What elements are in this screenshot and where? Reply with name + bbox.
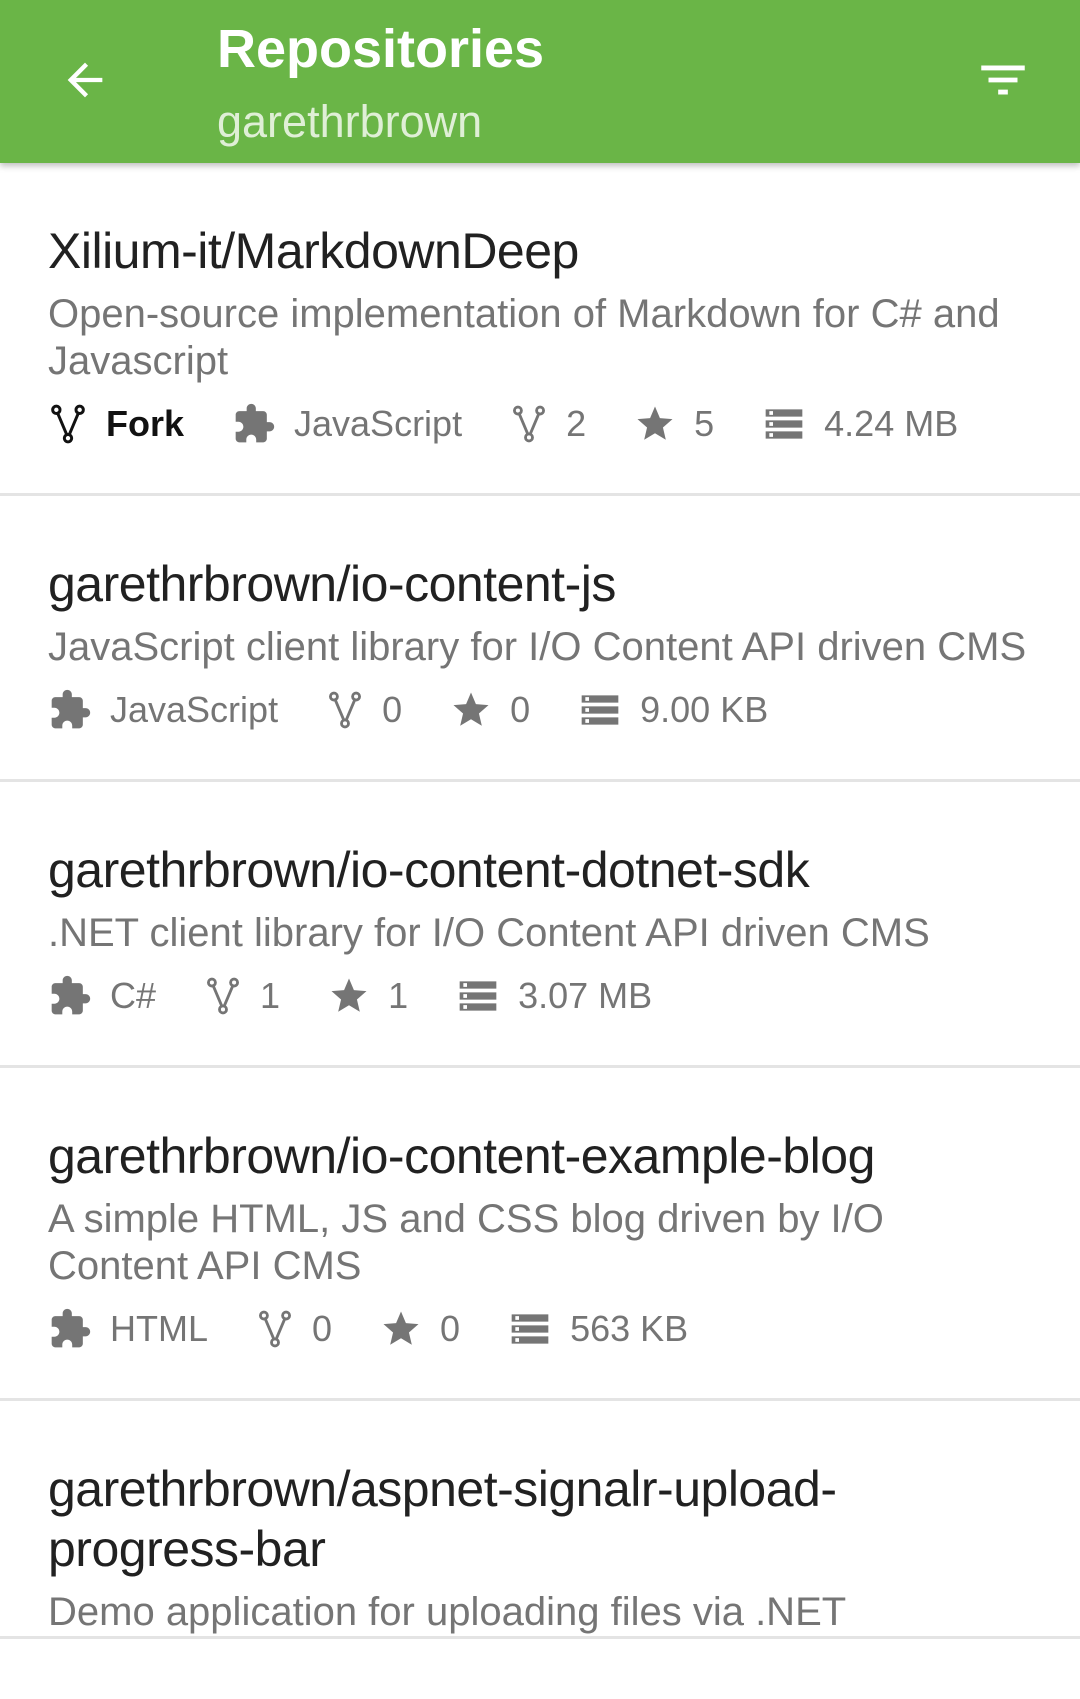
page-title: Repositories [217, 19, 545, 79]
repo-size: 9.00 KB [578, 688, 768, 732]
fork-badge: Fork [48, 403, 184, 445]
repo-description: .NET client library for I/O Content API … [48, 911, 930, 955]
puzzle-icon [48, 688, 92, 732]
repo-size: 3.07 MB [456, 974, 652, 1018]
star-icon [634, 403, 676, 445]
repo-meta: JavaScript 0 0 9.00 KB [48, 681, 1032, 739]
puzzle-icon [48, 1307, 92, 1351]
app-bar: Repositories garethrbrown [0, 0, 1080, 163]
repo-name: Xilium-it/MarkdownDeep [48, 223, 579, 279]
repo-size-value: 3.07 MB [518, 975, 653, 1016]
fork-count: 2 [510, 403, 586, 445]
fork-label: Fork [106, 403, 185, 444]
fork-icon [48, 403, 88, 445]
arrow-left-icon [67, 62, 103, 98]
repo-list-item[interactable]: Xilium-it/MarkdownDeep Open-source imple… [0, 163, 1080, 496]
star-icon [380, 1308, 422, 1350]
star-count-value: 0 [440, 1308, 461, 1349]
repo-description: Open-source implementation of Markdown f… [48, 292, 1000, 383]
repo-description: A simple HTML, JS and CSS blog driven by… [48, 1197, 884, 1288]
repo-name: garethrbrown/io-content-example-blog [48, 1128, 875, 1184]
star-count-value: 5 [694, 403, 715, 444]
star-count-value: 1 [388, 975, 409, 1016]
repo-meta: HTML 0 0 563 KB [48, 1300, 1032, 1358]
repo-size: 563 KB [508, 1307, 688, 1351]
storage-icon [762, 402, 806, 446]
fork-icon [204, 975, 242, 1017]
star-count: 1 [328, 975, 408, 1017]
back-button[interactable] [50, 48, 120, 112]
star-icon [450, 689, 492, 731]
filter-button[interactable] [968, 48, 1038, 112]
puzzle-icon [232, 402, 276, 446]
language-label: JavaScript [110, 689, 279, 730]
language-label: JavaScript [294, 403, 463, 444]
language: HTML [48, 1307, 208, 1351]
fork-count-value: 0 [382, 689, 403, 730]
repo-name: garethrbrown/io-content-dotnet-sdk [48, 842, 810, 898]
storage-icon [456, 974, 500, 1018]
language: JavaScript [232, 402, 462, 446]
repo-list-item[interactable]: garethrbrown/io-content-example-blog A s… [0, 1068, 1080, 1401]
repo-size-value: 563 KB [570, 1308, 689, 1349]
repo-size: 4.24 MB [762, 402, 958, 446]
repo-description: JavaScript client library for I/O Conten… [48, 625, 1027, 669]
language: JavaScript [48, 688, 278, 732]
repo-description: Demo application for uploading files via… [48, 1590, 847, 1634]
storage-icon [508, 1307, 552, 1351]
repo-meta: C# 1 1 3.07 MB [48, 967, 1032, 1025]
fork-count: 1 [204, 975, 280, 1017]
storage-icon [578, 688, 622, 732]
repo-name: garethrbrown/io-content-js [48, 556, 616, 612]
language-label: C# [110, 975, 157, 1016]
star-count: 0 [380, 1308, 460, 1350]
fork-count-value: 1 [260, 975, 281, 1016]
filter-list-icon [981, 65, 1025, 95]
repo-meta: Fork JavaScript 2 5 4.24 MB [48, 395, 1032, 453]
fork-count-value: 2 [566, 403, 587, 444]
star-icon [328, 975, 370, 1017]
language-label: HTML [110, 1308, 208, 1349]
repo-size-value: 9.00 KB [640, 689, 769, 730]
star-count: 0 [450, 689, 530, 731]
repository-list: Xilium-it/MarkdownDeep Open-source imple… [0, 163, 1080, 1639]
fork-icon [510, 403, 548, 445]
page-subtitle: garethrbrown [217, 96, 483, 147]
repo-name: garethrbrown/aspnet-signalr-upload-progr… [48, 1461, 837, 1577]
repo-list-item[interactable]: garethrbrown/aspnet-signalr-upload-progr… [0, 1401, 1080, 1639]
fork-icon [326, 689, 364, 731]
fork-icon [256, 1308, 294, 1350]
fork-count: 0 [256, 1308, 332, 1350]
fork-count-value: 0 [312, 1308, 333, 1349]
fork-count: 0 [326, 689, 402, 731]
star-count-value: 0 [510, 689, 531, 730]
language: C# [48, 974, 156, 1018]
repo-list-item[interactable]: garethrbrown/io-content-js JavaScript cl… [0, 496, 1080, 782]
puzzle-icon [48, 974, 92, 1018]
repo-size-value: 4.24 MB [824, 403, 959, 444]
star-count: 5 [634, 403, 714, 445]
repo-list-item[interactable]: garethrbrown/io-content-dotnet-sdk .NET … [0, 782, 1080, 1068]
